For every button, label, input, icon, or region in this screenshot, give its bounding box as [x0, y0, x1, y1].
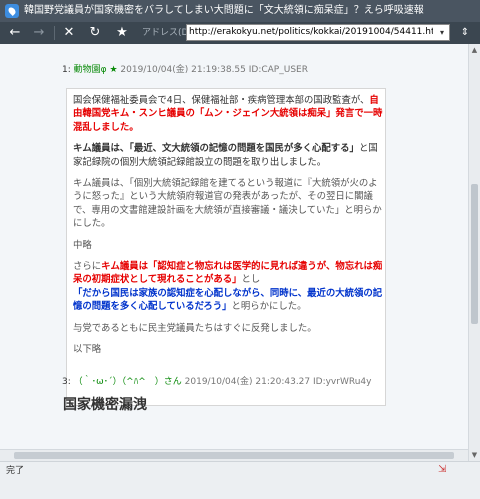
article-paragraph: キム議員は、「最近、文大統領の記憶の問題を国民が多く心配する」と国家記録院の個別…: [73, 142, 383, 169]
article-text-red: キム議員は「認知症と物忘れは医学的に見れば違うが、物忘れは痴呆の初期症状として現…: [73, 261, 383, 286]
reload-icon[interactable]: ↻: [86, 24, 104, 42]
article-paragraph: 与党であるともに民主党議員たちはすぐに反発しました。: [73, 322, 317, 334]
scroll-up-icon[interactable]: ▲: [469, 45, 480, 55]
article-text-blue: 「だから国民は家族の認知症を心配しながら、同時に、最近の大統領の記憶の問題を多く…: [73, 287, 383, 313]
article-paragraph: キム議員は、「個別大統領記録館を建てるという報道に『大統領が火のように怒った』と…: [73, 178, 382, 230]
title-bar: 韓国野党議員が国家機密をバラしてしまい大問題に「文大統領に痴呆症」？えら呼吸速報: [0, 0, 480, 22]
article-text: さらに: [73, 261, 102, 273]
forward-icon[interactable]: →: [30, 24, 48, 42]
back-icon[interactable]: ←: [6, 24, 24, 42]
scrollbar-thumb[interactable]: [471, 184, 478, 324]
go-icon[interactable]: ⇕: [456, 24, 474, 42]
article-body: 国会保健福祉委員会で4日、保健福祉部・疾病管理本部の国政監査が、自由韓国党キム・…: [73, 94, 383, 365]
toolbar: ← → ✕ ↻ ★ アドレス(D) ▾ ⇕: [0, 22, 480, 44]
post-number: 1:: [62, 65, 71, 75]
post-author[interactable]: （｀･ω･´）（^ﾊ^ ）さん: [74, 377, 182, 387]
post-header: 1: 動物園φ ★ 2019/10/04(金) 21:19:38.55 ID:C…: [62, 63, 308, 77]
quoted-article: 国会保健福祉委員会で4日、保健福祉部・疾病管理本部の国政監査が、自由韓国党キム・…: [66, 88, 386, 406]
article-paragraph: さらにキム議員は「認知症と物忘れは医学的に見れば違うが、物忘れは痴呆の初期症状と…: [73, 260, 383, 314]
comment-headline: 国家機密漏洩: [63, 397, 147, 413]
scrollbar-thumb[interactable]: [14, 452, 454, 459]
post-header: 3: （｀･ω･´）（^ﾊ^ ）さん 2019/10/04(金) 21:20:4…: [62, 375, 371, 389]
window-title: 韓国野党議員が国家機密をバラしてしまい大問題に「文大統領に痴呆症」？えら呼吸速報: [24, 5, 424, 16]
address-bar[interactable]: ▾: [186, 24, 450, 41]
toolbar-divider: [54, 26, 55, 40]
status-text: 完了: [6, 466, 25, 476]
content-viewport: 1: 動物園φ ★ 2019/10/04(金) 21:19:38.55 ID:C…: [0, 44, 468, 461]
status-bar: 完了 ⇲: [0, 461, 480, 499]
scroll-down-icon[interactable]: ▼: [469, 450, 480, 460]
chevron-down-icon[interactable]: ▾: [437, 27, 447, 38]
horizontal-scrollbar[interactable]: [0, 449, 468, 461]
article-paragraph: 以下略: [73, 344, 102, 356]
article-text-bold: キム議員は、「最近、文大統領の記憶の問題を国民が多く心配する」: [73, 143, 359, 155]
app-icon: [5, 4, 19, 18]
article-text: 国会保健福祉委員会で4日、保健福祉部・疾病管理本部の国政監査が、: [73, 95, 370, 106]
page-content: 1: 動物園φ ★ 2019/10/04(金) 21:19:38.55 ID:C…: [0, 44, 480, 461]
stop-icon[interactable]: ✕: [60, 24, 78, 42]
post-date-id: 2019/10/04(金) 21:20:43.27 ID:yvrWRu4y: [184, 377, 372, 387]
post-date-id: 2019/10/04(金) 21:19:38.55 ID:CAP_USER: [120, 65, 308, 75]
article-paragraph: 中略: [73, 239, 92, 251]
article-text: と明らかにした。: [231, 301, 307, 313]
article-text: とし: [241, 274, 261, 286]
vertical-scrollbar[interactable]: ▲ ▼: [468, 44, 480, 461]
address-label: アドレス(D): [142, 28, 192, 38]
post-number: 3:: [62, 377, 71, 387]
browser-window: 韓国野党議員が国家機密をバラしてしまい大問題に「文大統領に痴呆症」？えら呼吸速報…: [0, 0, 480, 499]
favorite-star-icon[interactable]: ★: [113, 24, 131, 42]
article-paragraph: 国会保健福祉委員会で4日、保健福祉部・疾病管理本部の国政監査が、自由韓国党キム・…: [73, 94, 383, 134]
close-tab-icon[interactable]: ⇲: [438, 465, 450, 475]
address-input[interactable]: [189, 26, 433, 39]
post-author[interactable]: 動物園φ ★: [74, 65, 118, 75]
